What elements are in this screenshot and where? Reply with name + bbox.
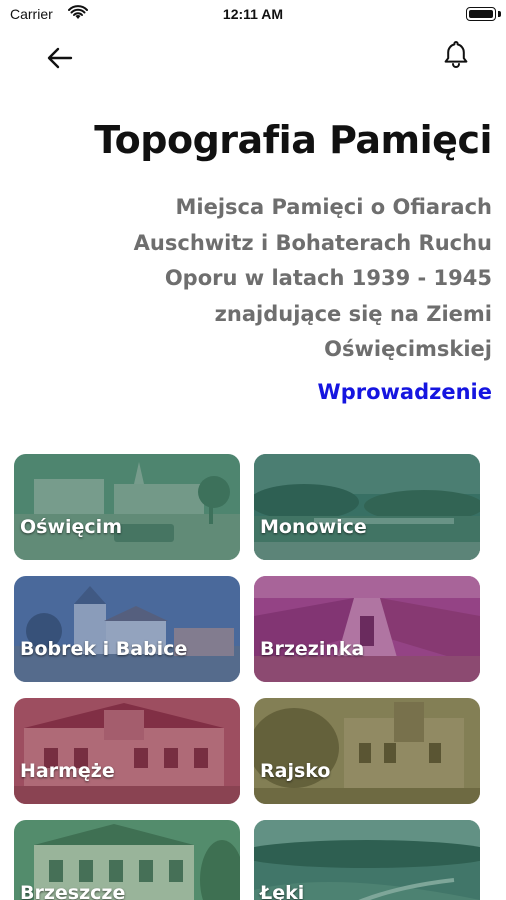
place-label: Brzezinka	[260, 638, 365, 660]
place-tile-brzeszcze[interactable]: Brzeszcze	[14, 820, 240, 900]
place-photo	[254, 698, 480, 804]
page-title: Topografia Pamięci	[94, 118, 492, 162]
subtitle-line: Oświęcimskiej	[324, 337, 492, 361]
place-label: Rajsko	[260, 760, 331, 782]
clock: 12:11 AM	[222, 6, 284, 22]
place-photo	[254, 576, 480, 682]
place-tile-oswiecim[interactable]: Oświęcim	[14, 454, 240, 560]
page-subtitle: Miejsca Pamięci o Ofiarach Auschwitz i B…	[72, 190, 492, 368]
place-tile-monowice[interactable]: Monowice	[254, 454, 480, 560]
place-tile-harmeze[interactable]: Harmęże	[14, 698, 240, 804]
place-label: Brzeszcze	[20, 882, 126, 900]
subtitle-line: znajdujące się na Ziemi	[214, 301, 492, 326]
status-bar: Carrier 12:11 AM	[0, 0, 506, 30]
place-label: Monowice	[260, 516, 367, 538]
back-button[interactable]	[42, 40, 78, 76]
subtitle-line: Auschwitz i Bohaterach Ruchu	[133, 230, 492, 255]
place-label: Harmęże	[20, 760, 115, 782]
place-photo	[254, 454, 480, 560]
place-tile-rajsko[interactable]: Rajsko	[254, 698, 480, 804]
subtitle-line: Oporu w latach 1939 - 1945	[164, 266, 492, 290]
arrow-left-icon	[47, 47, 73, 69]
place-tile-bobrek-i-babice[interactable]: Bobrek i Babice	[14, 576, 240, 682]
notifications-button[interactable]	[438, 36, 474, 72]
place-photo	[14, 454, 240, 560]
battery-icon	[466, 7, 496, 21]
introduction-link[interactable]: Wprowadzenie	[318, 380, 492, 404]
battery-cap	[498, 11, 501, 17]
place-label: Bobrek i Babice	[20, 638, 188, 660]
place-photo	[14, 576, 240, 682]
place-tile-leki[interactable]: Łęki	[254, 820, 480, 900]
place-label: Łęki	[260, 882, 305, 900]
place-tile-brzezinka[interactable]: Brzezinka	[254, 576, 480, 682]
place-photo	[14, 698, 240, 804]
bell-icon	[444, 41, 468, 68]
place-label: Oświęcim	[20, 516, 122, 538]
subtitle-line: Miejsca Pamięci o Ofiarach	[175, 195, 493, 219]
